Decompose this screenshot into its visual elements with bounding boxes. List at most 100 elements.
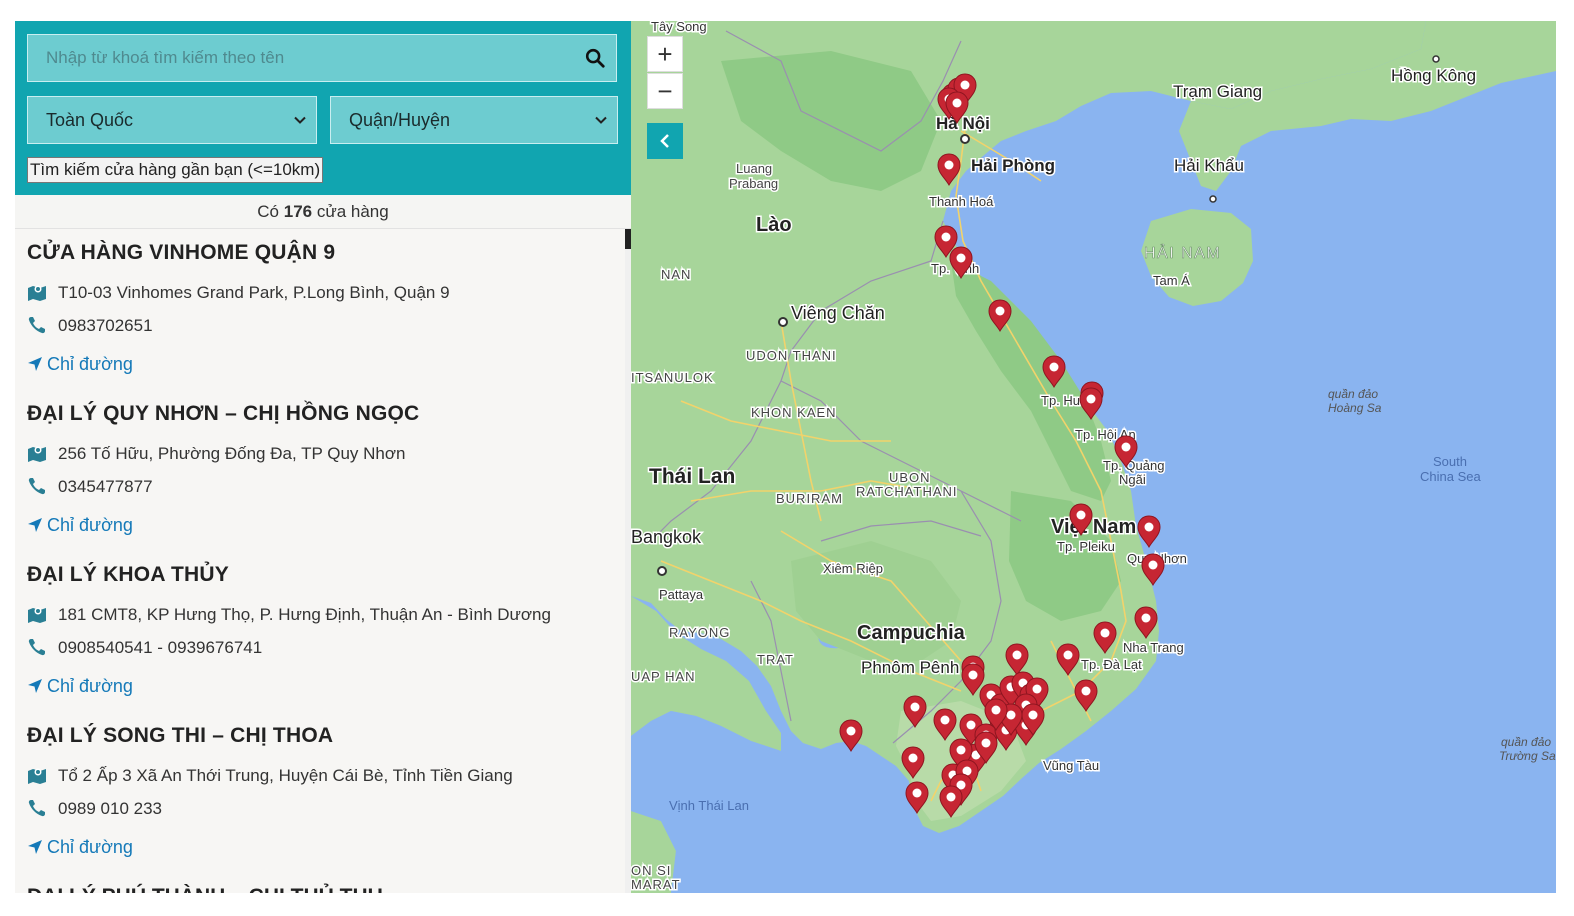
- store-phone: 0989 010 233: [58, 799, 162, 818]
- label-spratly: quần đảo: [1501, 735, 1551, 749]
- label-pleiku: Tp. Pleiku: [1057, 539, 1115, 554]
- label-nhatrang: Nha Trang: [1123, 640, 1184, 655]
- district-select[interactable]: Quận/Huyện: [330, 96, 618, 144]
- label-ratchathani: RATCHATHANI: [856, 484, 958, 499]
- label-haikhau: Hải Khẩu: [1174, 156, 1244, 175]
- label-quangngai-2: Ngãi: [1119, 472, 1146, 487]
- zoom-out-button[interactable]: −: [647, 73, 683, 109]
- store-name: ĐẠI LÝ QUY NHƠN – CHỊ HỒNG NGỌC: [27, 402, 420, 425]
- directions-link[interactable]: Chỉ đường: [27, 354, 133, 375]
- phone-icon: [28, 478, 45, 495]
- directions-label: Chỉ đường: [47, 354, 133, 374]
- province-select[interactable]: Toàn Quốc: [27, 96, 317, 144]
- label-phitsanulok: ITSANULOK: [631, 370, 714, 385]
- store-phone: 0983702651: [58, 316, 153, 335]
- store-address: 181 CMT8, KP Hưng Thọ, P. Hưng Định, Thu…: [58, 605, 551, 624]
- location-arrow-icon: [28, 518, 42, 532]
- map-icon: [28, 768, 46, 784]
- label-trat: TRAT: [757, 652, 794, 667]
- store-phone: 0908540541 - 0939676741: [58, 638, 263, 657]
- label-quangngai: Tp. Quảng: [1103, 458, 1164, 473]
- map-icon: [28, 285, 46, 301]
- label-tama: Tam Á: [1153, 273, 1190, 288]
- label-pattaya: Pattaya: [659, 587, 704, 602]
- store-name: ĐẠI LÝ SONG THI – CHỊ THOA: [27, 724, 334, 747]
- store-name-partial[interactable]: ĐẠI LÝ PHÚ THÀNH – CHỊ THỦ THU: [27, 885, 383, 893]
- label-lao: Lào: [756, 214, 792, 236]
- directions-link[interactable]: Chỉ đường: [27, 676, 133, 697]
- map-icon: [28, 446, 46, 462]
- store-count-suffix: cửa hàng: [316, 202, 389, 221]
- city-dot-vientiane: [778, 317, 788, 327]
- label-southchina: South: [1433, 454, 1467, 469]
- label-thanhhoa: Thanh Hoá: [929, 194, 994, 209]
- city-dot-haikhau: [1209, 195, 1217, 203]
- directions-link[interactable]: Chỉ đường: [27, 515, 133, 536]
- label-tramgiang: Trạm Giang: [1173, 82, 1262, 101]
- label-taysong: Tây Song: [651, 21, 707, 34]
- city-dot-bangkok: [657, 566, 667, 576]
- store-list: CỬA HÀNG VINHOME QUẬN 9 T10-03 Vinhomes …: [15, 229, 625, 893]
- province-select-label: Toàn Quốc: [46, 110, 134, 130]
- label-gulf: Vịnh Thái Lan: [669, 798, 749, 813]
- label-marat: MARAT: [631, 877, 681, 892]
- label-hainam: HẢI NAM: [1144, 243, 1221, 262]
- store-name: CỬA HÀNG VINHOME QUẬN 9: [27, 241, 336, 264]
- store-phone: 0345477877: [58, 477, 153, 496]
- label-nan: NAN: [661, 267, 691, 282]
- map-icon: [28, 607, 46, 623]
- search-input[interactable]: [28, 35, 586, 81]
- store-count-value: 176: [283, 202, 313, 221]
- search-icon[interactable]: [584, 47, 606, 69]
- label-spratly-2: Trường Sa: [1499, 749, 1556, 763]
- label-bangkok: Bangkok: [631, 527, 702, 547]
- phone-icon: [28, 639, 45, 656]
- label-vientiane: Viêng Chăn: [791, 303, 885, 323]
- label-prabang: Prabang: [729, 176, 778, 191]
- label-phnompenh: Phnôm Pênh: [861, 658, 959, 677]
- store-locator-panel: Toàn Quốc Quận/Huyện Tìm kiếm cửa hàng g…: [15, 21, 631, 893]
- label-vietnam: Việt Nam: [1051, 516, 1136, 538]
- chevron-down-icon: [595, 116, 607, 124]
- location-arrow-icon: [28, 679, 42, 693]
- collapse-panel-button[interactable]: [647, 123, 683, 159]
- search-area: Toàn Quốc Quận/Huyện Tìm kiếm cửa hàng g…: [15, 21, 631, 195]
- label-siemreap: Xiêm Riệp: [823, 561, 883, 576]
- store-address: Tổ 2 Ấp 3 Xã An Thới Trung, Huyện Cái Bè…: [58, 766, 513, 785]
- label-haiphong: Hải Phòng: [971, 156, 1055, 175]
- city-dot-hanoi: [960, 134, 970, 144]
- label-rayong: RAYONG: [669, 625, 730, 640]
- label-vungtau: Vũng Tàu: [1043, 758, 1099, 773]
- label-hanoi: Hà Nội: [936, 114, 990, 133]
- directions-label: Chỉ đường: [47, 676, 133, 696]
- location-arrow-icon: [28, 840, 42, 854]
- label-hongkong: Hồng Kông: [1391, 66, 1476, 85]
- label-buriram: BURIRAM: [776, 491, 843, 506]
- city-dot-hongkong: [1432, 55, 1440, 63]
- label-onsi: ON SI: [631, 863, 671, 878]
- label-khonkaen: KHON KAEN: [751, 405, 837, 420]
- label-luang: Luang: [736, 161, 772, 176]
- label-uaphan: UAP HAN: [631, 669, 696, 684]
- chevron-left-icon: [660, 134, 669, 148]
- phone-icon: [28, 317, 45, 334]
- label-southchina-2: China Sea: [1420, 469, 1481, 484]
- label-thailand: Thái Lan: [649, 465, 735, 488]
- directions-label: Chỉ đường: [47, 515, 133, 535]
- label-ubon: UBON: [889, 470, 931, 485]
- store-address: T10-03 Vinhomes Grand Park, P.Long Bình,…: [58, 283, 450, 302]
- label-paracel: quần đảo: [1328, 387, 1378, 401]
- nearby-search-button[interactable]: Tìm kiếm cửa hàng gần bạn (<=10km): [27, 157, 324, 183]
- label-dalat: Tp. Đà Lạt: [1081, 657, 1142, 672]
- directions-label: Chỉ đường: [47, 837, 133, 857]
- map-canvas[interactable]: Hà Nội Hải Phòng Thanh Hoá Lào NAN Luang…: [631, 21, 1556, 893]
- location-arrow-icon: [28, 357, 42, 371]
- zoom-in-button[interactable]: +: [647, 36, 683, 72]
- label-udon: UDON THANI: [746, 348, 837, 363]
- store-count: Có 176 cửa hàng: [15, 195, 631, 229]
- search-box[interactable]: [27, 34, 617, 82]
- directions-link[interactable]: Chỉ đường: [27, 837, 133, 858]
- store-count-prefix: Có: [257, 202, 279, 221]
- store-map[interactable]: Hà Nội Hải Phòng Thanh Hoá Lào NAN Luang…: [631, 21, 1556, 893]
- label-paracel-2: Hoàng Sa: [1328, 401, 1382, 415]
